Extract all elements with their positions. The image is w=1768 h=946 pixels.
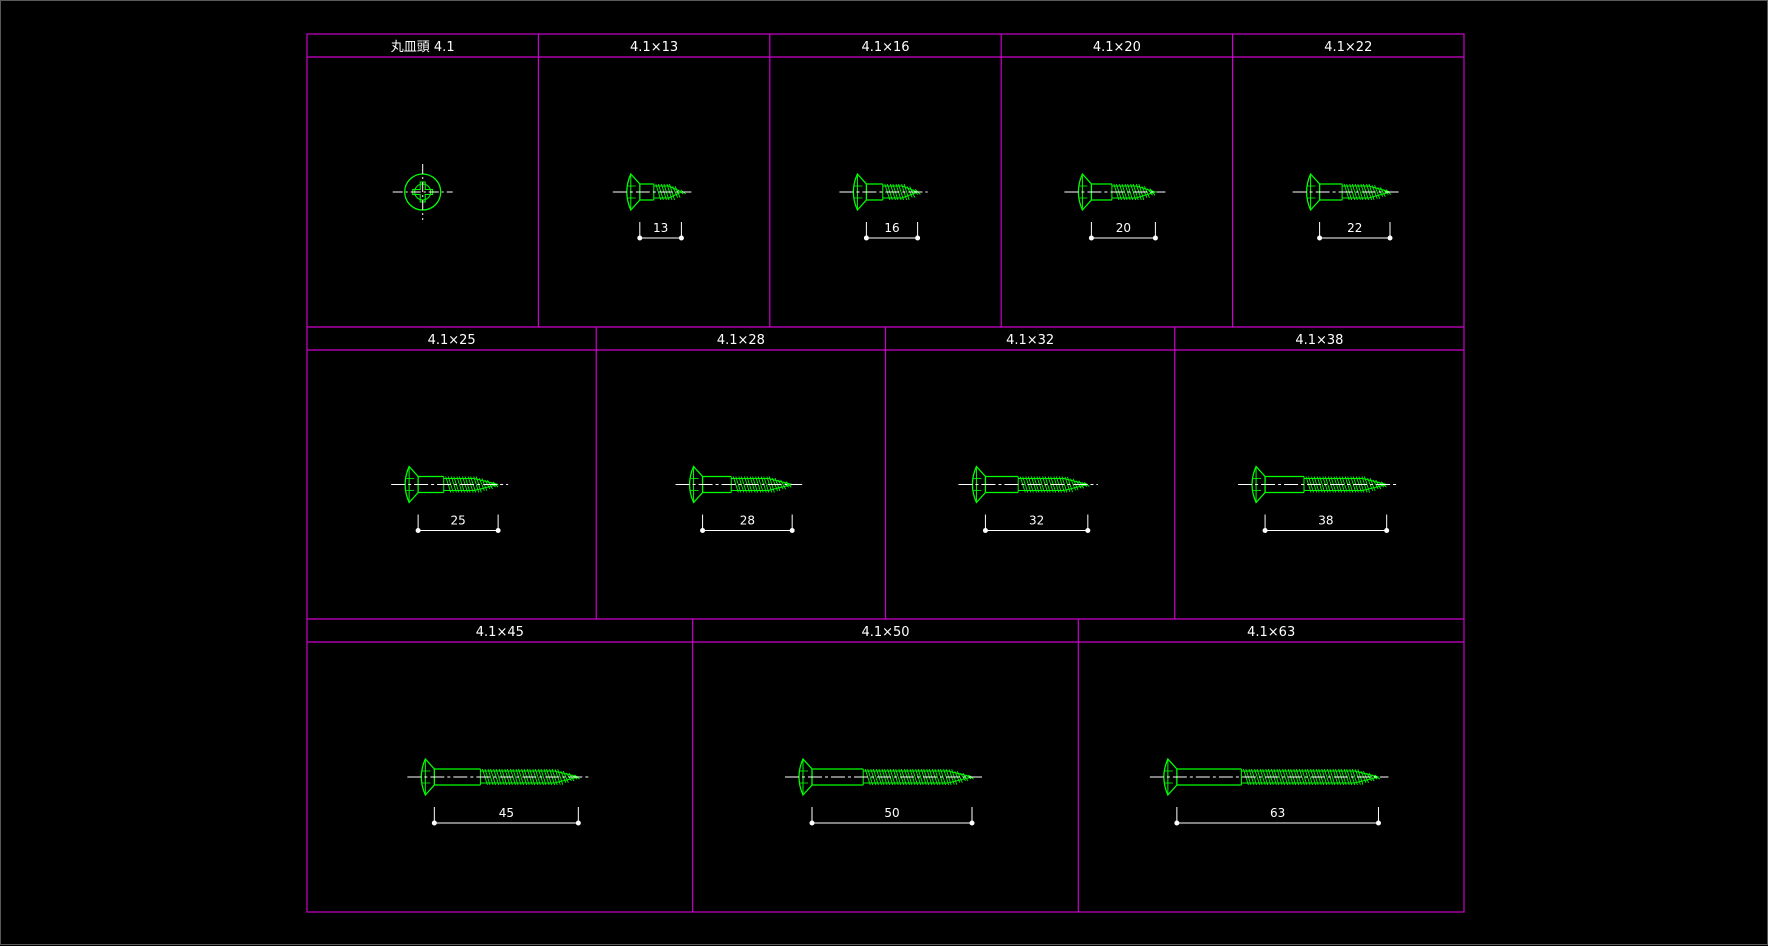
dim-dot-right (678, 235, 684, 241)
cell-title: 4.1×22 (1324, 40, 1372, 55)
cell-title: 4.1×50 (861, 625, 909, 640)
dim-value: 32 (1029, 514, 1044, 528)
screw-cell: 4.1×45 45 (407, 625, 589, 826)
cell-title: 4.1×25 (428, 333, 476, 348)
screw-cell: 4.1×13 13 (612, 40, 692, 241)
dim-dot-right (1387, 235, 1393, 241)
screw-cell: 4.1×22 22 (1292, 40, 1400, 241)
cell-title: 4.1×32 (1006, 333, 1054, 348)
screw-cell: 4.1×20 20 (1064, 40, 1166, 241)
screw-cell: 4.1×38 38 (1238, 333, 1397, 533)
screw-drawing-sheet: 丸皿頭 4.1 4.1×13134.1×16164.1×20204.1×22224… (306, 33, 1465, 913)
cell-title: 4.1×38 (1295, 333, 1343, 348)
dim-value: 50 (884, 806, 899, 820)
dim-dot-right (1384, 528, 1390, 533)
dim-value: 45 (499, 806, 514, 820)
dim-value: 28 (740, 514, 755, 528)
cell-title: 4.1×28 (717, 333, 765, 348)
screw-cell: 4.1×50 50 (785, 625, 982, 826)
cell-title: 4.1×63 (1247, 625, 1295, 640)
dim-value: 63 (1270, 806, 1285, 820)
cell-title: 4.1×13 (630, 40, 678, 55)
content-layer: 丸皿頭 4.1 4.1×13134.1×16164.1×20204.1×22224… (391, 40, 1400, 826)
dim-dot-right (1375, 820, 1381, 826)
dim-dot-left (637, 235, 643, 241)
dim-value: 16 (884, 221, 899, 235)
cell-title: 4.1×16 (861, 40, 909, 55)
cell-title: 4.1×45 (476, 625, 524, 640)
cell-title: 4.1×20 (1093, 40, 1141, 55)
dim-value: 38 (1318, 514, 1333, 528)
dim-dot-left (1317, 235, 1323, 241)
dim-value: 20 (1116, 221, 1131, 235)
screw-cell: 4.1×28 28 (675, 333, 803, 533)
dim-dot-left (863, 235, 869, 241)
dim-dot-right (915, 235, 921, 241)
screw-cell: 4.1×32 32 (958, 333, 1098, 533)
dim-dot-left (1174, 820, 1180, 826)
dim-dot-left (431, 820, 437, 826)
dim-dot-right (969, 820, 975, 826)
dim-value: 25 (450, 514, 465, 528)
cell-title: 丸皿頭 4.1 (391, 40, 455, 55)
dim-dot-left (415, 528, 421, 533)
dim-dot-right (495, 528, 501, 533)
dim-value: 13 (653, 221, 668, 235)
screw-cell: 4.1×25 25 (391, 333, 509, 533)
dim-dot-right (1152, 235, 1158, 241)
dim-dot-left (1088, 235, 1094, 241)
dim-dot-right (789, 528, 795, 533)
dim-dot-left (1262, 528, 1268, 533)
dim-dot-left (700, 528, 706, 533)
dim-dot-left (982, 528, 988, 533)
screw-cell: 4.1×63 63 (1149, 625, 1389, 826)
dim-value: 22 (1347, 221, 1362, 235)
cad-viewport[interactable]: 丸皿頭 4.1 4.1×13 13 4.1×16 16 4.1×20 20 4.1×22 22 4… (0, 0, 1768, 945)
screw-cell: 丸皿頭 4.1 (391, 40, 455, 220)
screw-cell: 4.1×16 16 (839, 40, 928, 241)
dim-dot-right (1085, 528, 1091, 533)
dim-dot-right (575, 820, 581, 826)
dim-dot-left (809, 820, 815, 826)
